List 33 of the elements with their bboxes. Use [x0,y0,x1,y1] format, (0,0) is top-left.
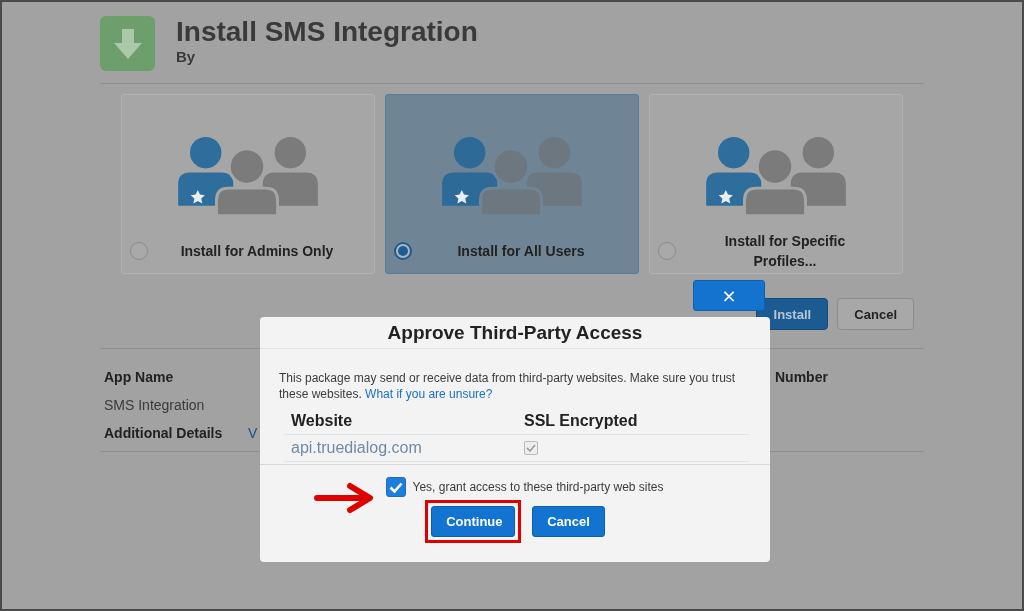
column-header: SSL Encrypted [524,412,639,430]
radio-button[interactable] [658,242,676,261]
byline: By [176,48,197,65]
continue-button[interactable]: Continue [431,506,516,537]
close-button[interactable]: × [693,280,765,311]
annotation-arrow [314,482,374,514]
cancel-button[interactable]: Cancel [532,506,605,537]
page-title: Install SMS Integration [176,16,478,48]
radio-button[interactable] [130,242,148,261]
install-option-card[interactable]: Install for Admins Only [121,94,375,274]
dialog-title: Approve Third-Party Access [387,321,643,344]
field-label: Additional Details [104,425,224,441]
user-group-icon [703,135,849,216]
option-label: Install for Specific Profiles... [723,232,847,272]
field-label: Number [775,369,829,385]
user-group-icon [175,135,321,216]
option-label: Install for Admins Only [179,242,335,262]
field-label: App Name [104,369,175,385]
download-icon [100,16,155,71]
help-link[interactable]: What if you are unsure? [365,387,493,401]
checkbox-label: Yes, grant access to these third-party web sites [412,480,664,494]
grant-checkbox[interactable] [386,477,407,497]
dialog-message: This package may send or receive data from third-party websites. Make sure you trust these websites. What if you are unsure? [279,370,737,402]
column-header: Website [291,412,354,430]
install-option-card[interactable]: Install for Specific Profiles... [649,94,903,274]
radio-button[interactable] [394,242,412,261]
user-group-icon [439,135,585,216]
cancel-button[interactable]: Cancel [837,298,914,330]
details-link[interactable]: V [248,425,258,441]
option-label: Install for All Users [456,242,586,262]
field-value: SMS Integration [104,397,206,413]
table-cell-text: api.truedialog.com [291,439,423,457]
install-option-card[interactable]: Install for All Users [385,94,639,274]
